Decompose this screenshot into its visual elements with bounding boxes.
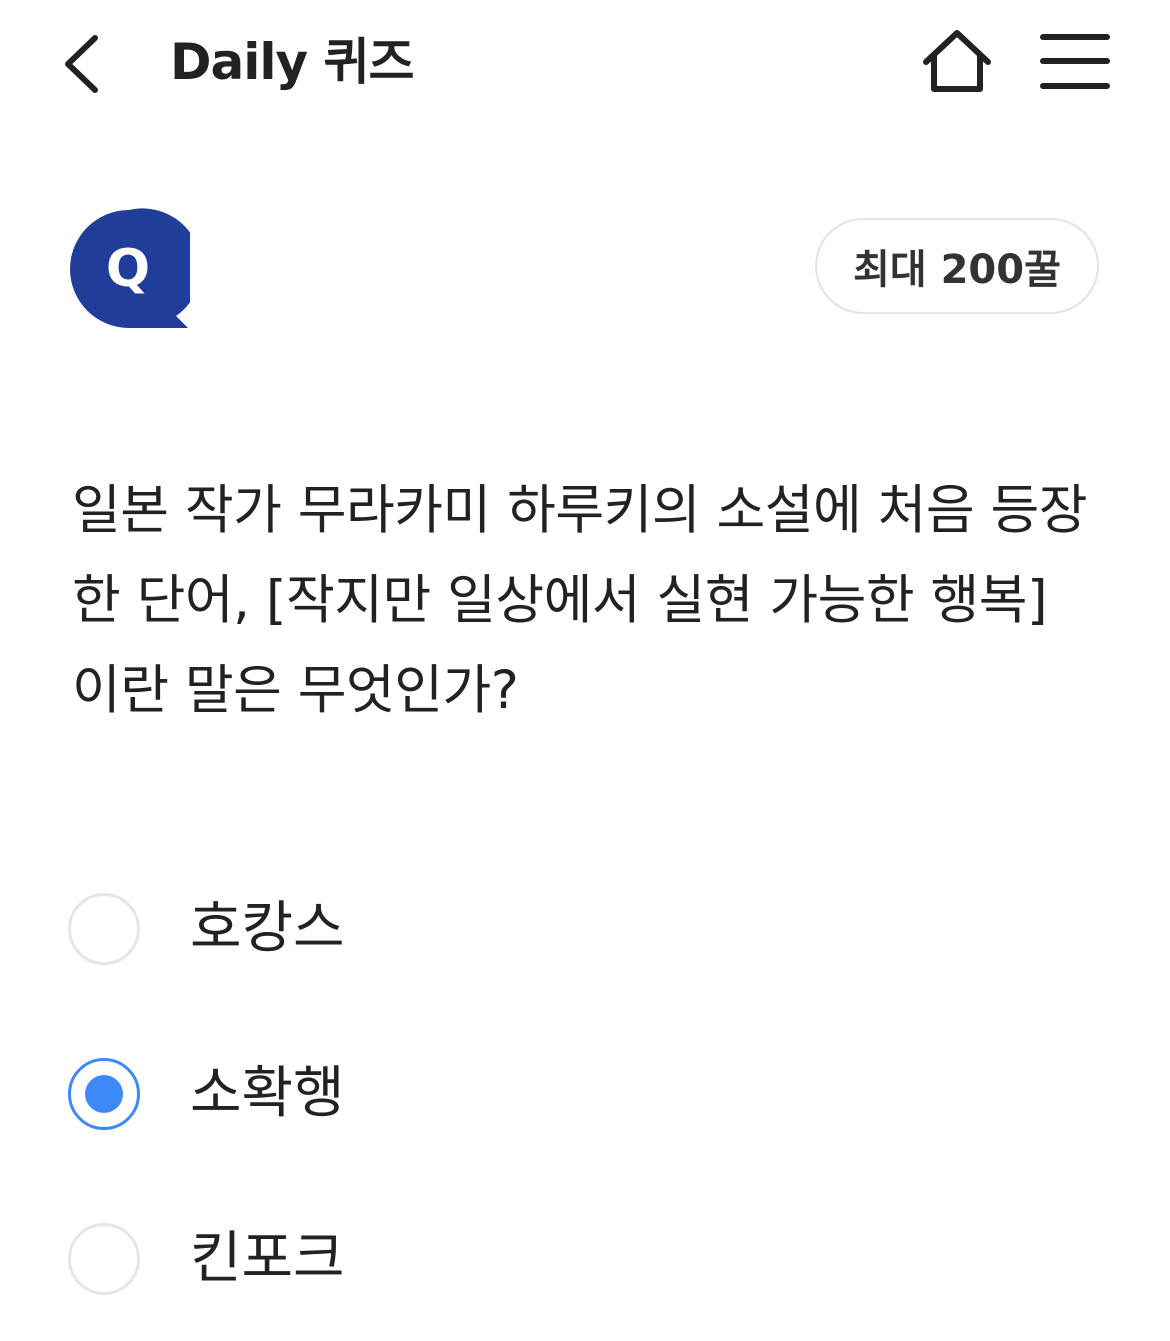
question-badge: Q xyxy=(68,208,190,330)
chevron-left-icon xyxy=(65,35,98,93)
option-label: 소확행 xyxy=(190,1061,345,1126)
home-icon xyxy=(923,30,991,92)
page-title: Daily 퀴즈 xyxy=(170,33,415,91)
max-points-badge: 최대 200꿀 xyxy=(815,218,1099,314)
home-button[interactable] xyxy=(918,26,996,98)
question-bubble-icon: Q xyxy=(70,208,190,328)
answer-option[interactable]: 소확행 xyxy=(68,1054,968,1134)
back-button[interactable] xyxy=(55,28,115,100)
answer-option[interactable]: 킨포크 xyxy=(68,1219,968,1299)
hamburger-menu-icon xyxy=(1040,58,1110,64)
radio-button-selected[interactable] xyxy=(68,1058,140,1130)
badge-letter: Q xyxy=(106,239,150,299)
radio-button[interactable] xyxy=(68,893,140,965)
option-label: 호캉스 xyxy=(190,896,345,961)
hamburger-menu-icon xyxy=(1040,83,1110,89)
app-header: Daily 퀴즈 xyxy=(0,0,1170,125)
hamburger-menu-icon xyxy=(1040,34,1110,40)
option-label: 킨포크 xyxy=(190,1226,345,1291)
question-text: 일본 작가 무라카미 하루키의 소설에 처음 등장한 단어, [작지만 일상에서… xyxy=(72,480,1088,721)
radio-button[interactable] xyxy=(68,1223,140,1295)
menu-button[interactable] xyxy=(1038,30,1114,96)
answer-option[interactable]: 호캉스 xyxy=(68,889,968,969)
